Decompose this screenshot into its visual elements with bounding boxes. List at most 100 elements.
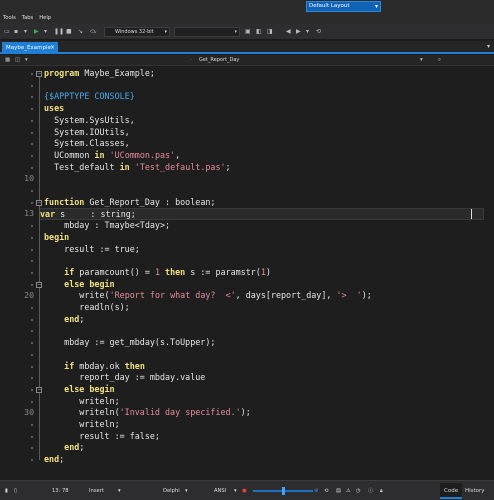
dropdown-icon[interactable]: ▾ — [25, 55, 28, 66]
code-line[interactable]: System.Classes, — [44, 138, 130, 150]
tab-label: Maybe_Example — [6, 45, 51, 51]
tab-list-icon[interactable]: ▾ — [487, 41, 490, 53]
dropdown-icon[interactable]: ▾ — [420, 55, 423, 66]
grid-icon[interactable]: ▦ — [5, 55, 10, 66]
menu-tabs[interactable]: Tabs — [19, 14, 36, 23]
code-line[interactable]: if paramcount() = 1 then s := paramstr(1… — [44, 267, 271, 279]
code-line[interactable]: writeln('Invalid day specified.'); — [44, 407, 250, 419]
vertical-scrollbar[interactable] — [484, 66, 494, 480]
code-line[interactable]: result := false; — [44, 431, 160, 443]
code-line[interactable]: program Maybe_Example; — [44, 68, 155, 80]
class-icon[interactable]: ◫ — [15, 55, 20, 66]
bookmark-prev-icon[interactable]: ◧ — [256, 27, 262, 36]
back-icon[interactable]: ◀ — [286, 27, 291, 36]
code-line[interactable]: function Get_Report_Day : boolean; — [44, 197, 215, 209]
line-dot — [31, 447, 33, 450]
code-line[interactable]: mbday := get_mbday(s.ToUpper); — [44, 337, 215, 349]
tab-history[interactable]: History — [461, 483, 489, 499]
bookmarks-icon[interactable]: ▤ — [336, 481, 341, 500]
line-dot — [31, 225, 33, 228]
chevron-down-icon: ▾ — [234, 29, 237, 35]
dropdown-icon[interactable]: ▾ — [234, 481, 237, 500]
info-icon[interactable]: ⓘ — [368, 481, 373, 500]
save-icon[interactable]: ▪ — [14, 27, 18, 36]
line-dot — [31, 201, 33, 204]
menu-help[interactable]: Help — [36, 14, 54, 23]
forward-icon[interactable]: ▶ — [296, 27, 301, 36]
line-dot — [31, 190, 33, 192]
code-line[interactable]: result := true; — [44, 244, 140, 256]
history-icon[interactable]: ⟲ — [316, 27, 321, 36]
layout-select[interactable]: Default Layout ▾ — [306, 1, 381, 12]
line-dot — [31, 400, 33, 403]
line-dot — [31, 73, 33, 75]
menu-tools[interactable]: Tools — [0, 14, 19, 23]
code-line[interactable]: writeln; — [44, 419, 119, 431]
step-over-icon[interactable]: ⤼ — [90, 27, 96, 36]
search-icon[interactable]: ⌕ — [438, 55, 441, 66]
encoding-label[interactable]: ANSI — [214, 481, 226, 500]
code-line[interactable]: end; — [44, 314, 84, 326]
line-dot — [31, 260, 33, 263]
code-line[interactable]: System.SysUtils, — [44, 115, 135, 127]
zoom-in-icon[interactable]: ⊕ — [314, 481, 318, 500]
status-bar: ▮ ▯ 13: 78 Insert ▾ Delphi ▾ ANSI ▾ ● ⊕ … — [0, 480, 494, 500]
method-icon: · — [190, 57, 192, 63]
warning-icon[interactable]: ⚠ — [346, 481, 351, 500]
code-line[interactable]: end; — [44, 454, 64, 466]
code-line[interactable]: {$APPTYPE CONSOLE} — [44, 91, 135, 103]
code-line[interactable]: if mbday.ok then — [44, 361, 145, 373]
line-dot — [31, 143, 33, 146]
open-icon[interactable]: ▭ — [4, 27, 10, 36]
line-gutter: 10 13 20 30− − − − — [0, 66, 42, 480]
pause-icon[interactable]: ❚❚ — [54, 27, 64, 36]
line-dot — [31, 166, 33, 169]
language-label[interactable]: Delphi — [163, 481, 180, 500]
line-dot — [31, 377, 33, 380]
line-dot — [31, 283, 33, 286]
code-line[interactable]: mbday : Tmaybe<Tday>; — [44, 220, 170, 232]
code-line[interactable]: Test_default in 'Test_default.pas'; — [44, 162, 231, 174]
dropdown-icon[interactable]: ▾ — [24, 27, 27, 36]
line-dot — [31, 154, 33, 157]
code-line[interactable]: System.IOUtils, — [44, 127, 130, 139]
code-line[interactable]: else begin — [44, 279, 114, 291]
dropdown-icon[interactable]: ▾ — [185, 481, 188, 500]
code-line[interactable]: report_day := mbday.value — [44, 372, 205, 384]
lock-icon[interactable]: 🔒︎ — [380, 481, 383, 500]
code-line[interactable]: readln(s); — [44, 302, 129, 314]
insert-mode[interactable]: Insert — [89, 481, 104, 500]
method-selector[interactable]: Get_Report_Day — [199, 55, 239, 66]
bookmark-icon[interactable]: ▣ — [245, 27, 251, 36]
code-line[interactable]: uses — [44, 103, 64, 115]
code-area[interactable]: program Maybe_Example; {$APPTYPE CONSOLE}… — [40, 66, 484, 480]
code-editor[interactable]: 10 13 20 30− − − − program Maybe_Example; {$APP… — [0, 66, 494, 480]
code-line[interactable]: write('Report for what day? <', days[rep… — [44, 290, 372, 302]
bookmark-next-icon[interactable]: ◨ — [267, 27, 273, 36]
code-line[interactable]: begin — [44, 232, 69, 244]
dropdown-icon[interactable]: ▾ — [118, 481, 121, 500]
code-line[interactable]: else begin — [44, 384, 114, 396]
record-icon[interactable]: ● — [242, 481, 247, 500]
config-select[interactable]: ▾ — [174, 27, 240, 37]
stop-icon[interactable]: ■ — [66, 27, 72, 36]
code-line[interactable]: UCommon in 'UCommon.pas', — [44, 150, 180, 162]
fold-guide — [38, 287, 40, 320]
tab-maybe-example[interactable]: Maybe_Example × — [2, 42, 58, 54]
code-line[interactable]: end; — [44, 442, 84, 454]
layout-select-label: Default Layout — [309, 3, 350, 9]
clock-icon[interactable]: ◷ — [356, 481, 361, 500]
zoom-slider-thumb[interactable] — [282, 487, 285, 495]
platform-select[interactable]: Windows 32-bit ▾ — [104, 27, 170, 37]
line-dot — [31, 96, 33, 99]
code-line[interactable]: var s : string; — [40, 208, 484, 221]
line-dot — [31, 388, 33, 391]
step-into-icon[interactable]: ↘ — [78, 27, 83, 36]
undo-icon[interactable]: ⟲ — [324, 481, 328, 500]
dropdown-icon[interactable]: ▾ — [44, 27, 47, 36]
tab-code[interactable]: Code — [440, 483, 463, 499]
code-line[interactable]: writeln; — [44, 396, 119, 408]
run-icon[interactable]: ▶ — [34, 27, 39, 36]
dropdown-icon[interactable]: ▾ — [306, 27, 309, 36]
close-icon[interactable]: × — [50, 42, 55, 54]
